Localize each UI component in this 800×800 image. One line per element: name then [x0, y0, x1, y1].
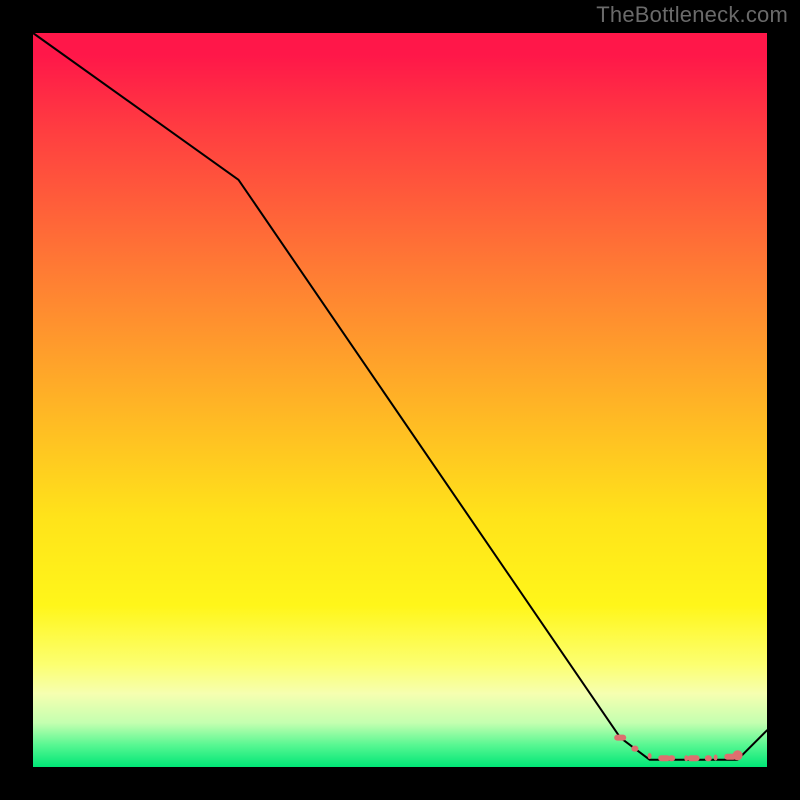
marker-dot: [631, 746, 638, 752]
marker-dot: [648, 753, 652, 759]
chart-frame: TheBottleneck.com: [0, 0, 800, 800]
marker-dot: [714, 755, 718, 761]
marker-dot: [668, 755, 675, 761]
marker-dot: [705, 755, 712, 761]
marker-dot: [688, 755, 700, 761]
highlight-range-markers: [614, 735, 742, 762]
plot-area: [33, 33, 767, 767]
plot-svg: [33, 33, 767, 767]
marker-end-dot: [733, 750, 743, 760]
marker-dot: [614, 735, 626, 741]
bottleneck-curve-line: [33, 33, 767, 760]
watermark-text: TheBottleneck.com: [596, 2, 788, 28]
